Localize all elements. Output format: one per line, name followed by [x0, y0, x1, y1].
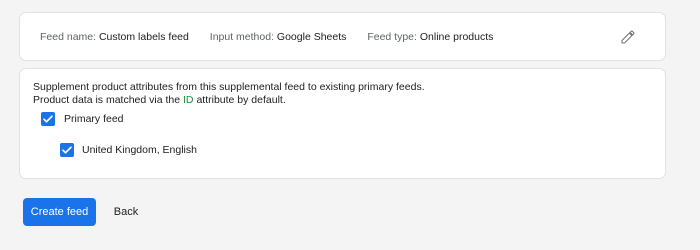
feed-name: Feed name: Custom labels feed	[40, 31, 189, 43]
back-button[interactable]: Back	[106, 198, 146, 226]
primary-feed-checkbox-row[interactable]: Primary feed	[41, 112, 124, 126]
checkmark-icon	[62, 146, 72, 154]
feed-name-value: Custom labels feed	[98, 31, 189, 43]
country-checkbox-row[interactable]: United Kingdom, English	[60, 143, 197, 157]
input-method-value: Google Sheets	[276, 31, 347, 43]
country-checkbox[interactable]	[60, 143, 74, 157]
supplement-card: Supplement product attributes from this …	[19, 68, 666, 179]
feed-type: Feed type: Online products	[367, 31, 493, 43]
feed-info-row: Feed name: Custom labels feed Input meth…	[40, 31, 511, 43]
primary-feed-checkbox[interactable]	[41, 112, 55, 126]
input-method: Input method: Google Sheets	[210, 31, 347, 43]
pencil-icon	[621, 30, 635, 44]
feed-info-card: Feed name: Custom labels feed Input meth…	[19, 12, 666, 61]
checkmark-icon	[43, 115, 53, 123]
feed-type-label: Feed type:	[367, 31, 417, 43]
feed-type-value: Online products	[419, 31, 494, 43]
supplement-description: Supplement product attributes from this …	[33, 81, 425, 106]
primary-feed-label: Primary feed	[64, 113, 124, 125]
feed-name-label: Feed name:	[40, 31, 97, 43]
country-label: United Kingdom, English	[82, 144, 197, 156]
description-line-2-prefix: Product data is matched via the	[33, 93, 181, 106]
description-line-2-suffix: attribute by default.	[196, 93, 286, 106]
edit-feed-button[interactable]	[617, 26, 639, 48]
id-attribute-link: ID	[183, 93, 194, 106]
input-method-label: Input method:	[209, 31, 274, 43]
description-line-1: Supplement product attributes from this …	[33, 81, 425, 93]
create-feed-button[interactable]: Create feed	[23, 198, 96, 226]
description-line-2: Product data is matched via the ID attri…	[33, 94, 425, 107]
